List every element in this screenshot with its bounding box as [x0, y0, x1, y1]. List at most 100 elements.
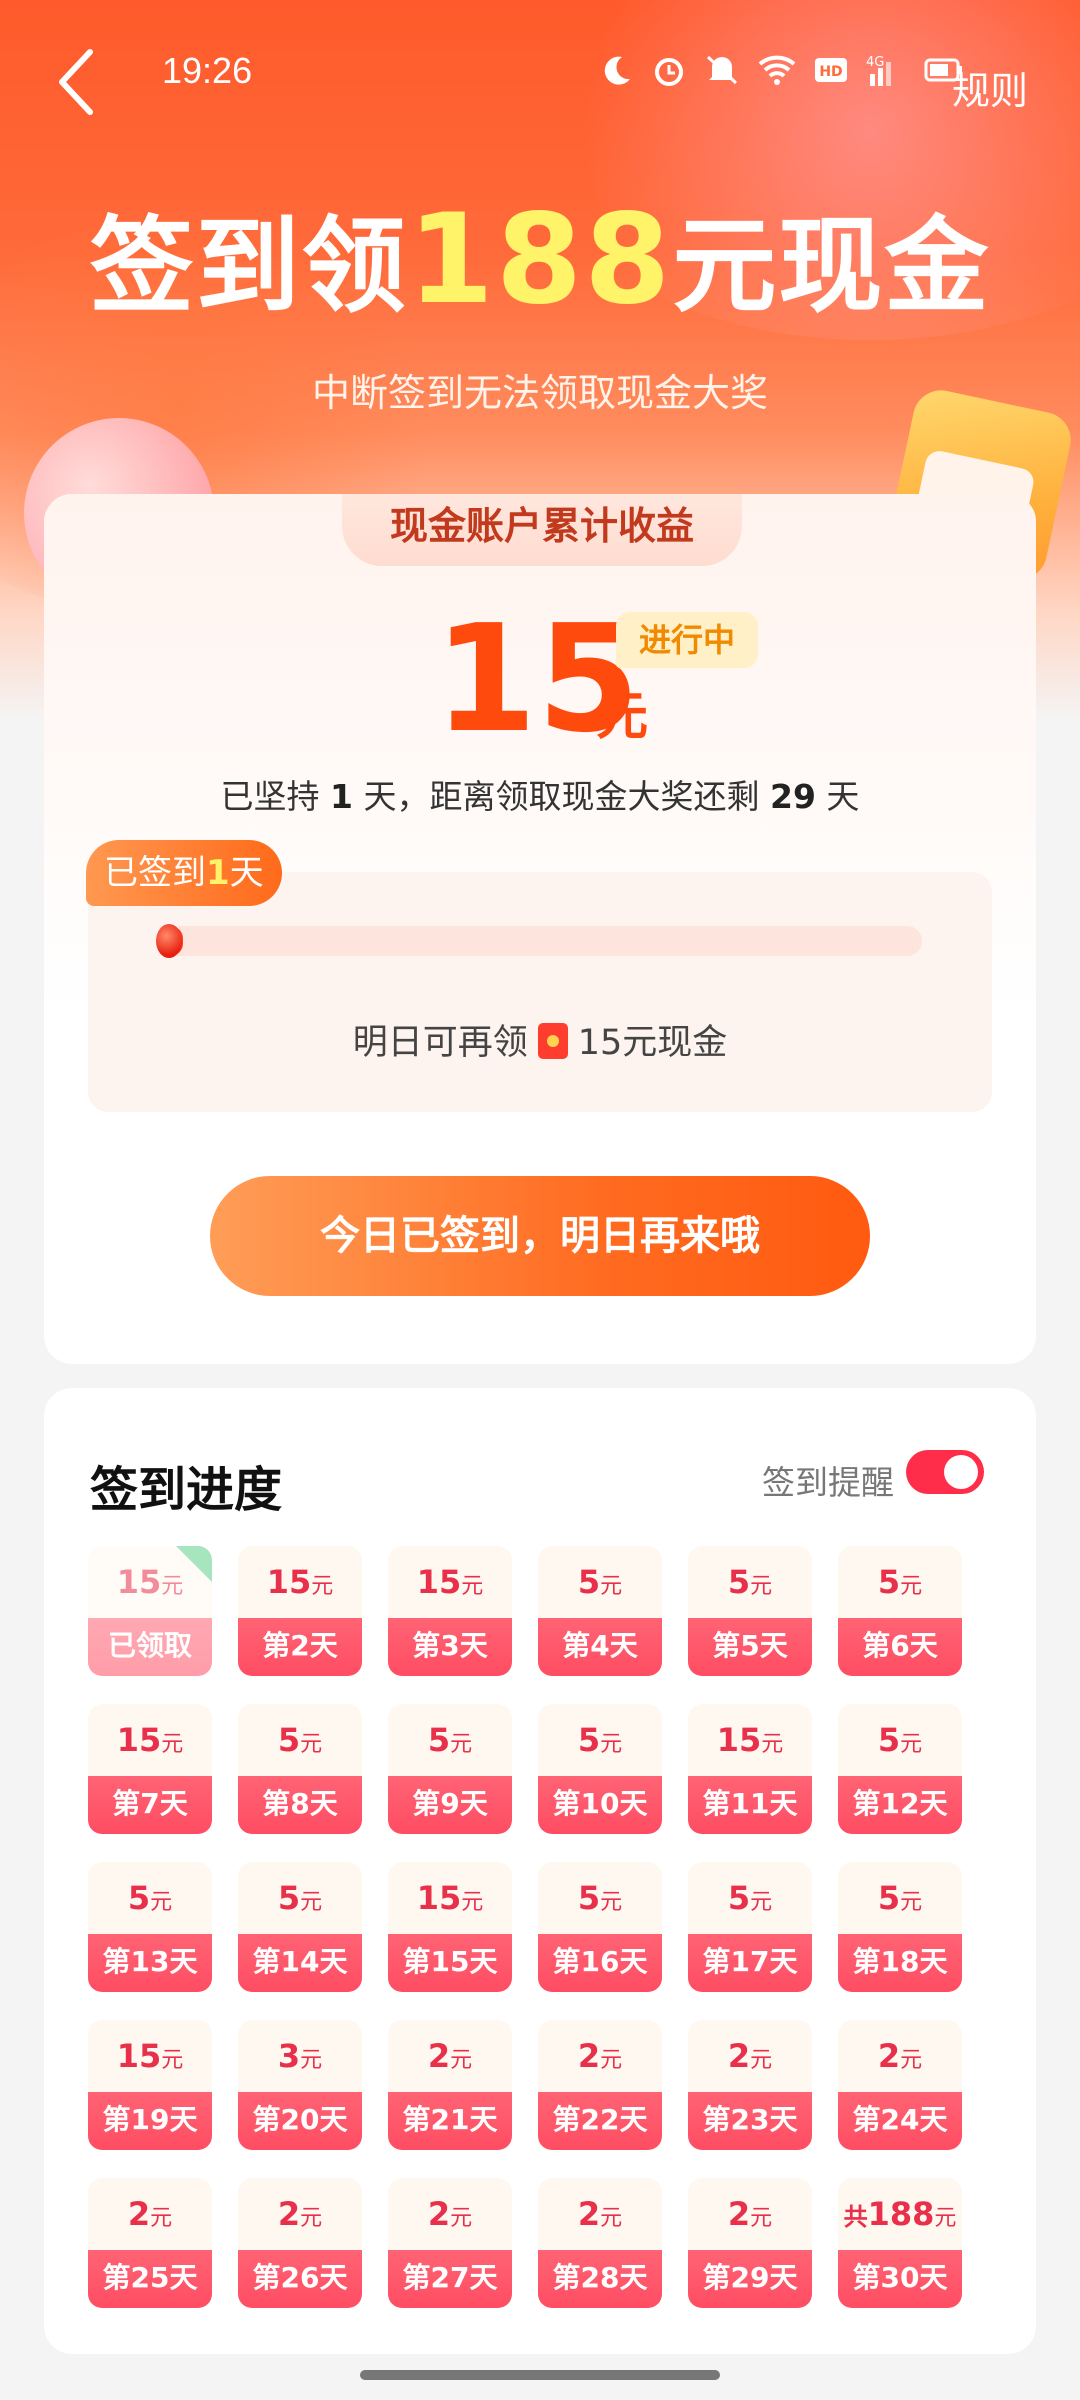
- day-label-text: 第9天: [412, 1787, 488, 1820]
- day-reward-value: 2: [727, 2195, 751, 2233]
- day-reward-cell[interactable]: 第22天 2元: [538, 2020, 662, 2150]
- day-label-text: 第7天: [112, 1787, 188, 1820]
- day-label-text: 第3天: [412, 1629, 488, 1662]
- red-envelope-icon: [537, 1023, 568, 1059]
- day-label-text: 第29天: [702, 2261, 798, 2294]
- day-reward-unit: 元: [600, 2206, 623, 2231]
- day-reward-cell[interactable]: 第2天 15元: [238, 1546, 362, 1676]
- day-reward-cell[interactable]: 第6天 5元: [838, 1546, 962, 1676]
- svg-text:HD: HD: [819, 64, 842, 80]
- day-reward-cell[interactable]: 第21天 2元: [388, 2020, 512, 2150]
- day-reward-cell[interactable]: 第24天 2元: [838, 2020, 962, 2150]
- day-reward-cell[interactable]: 第16天 5元: [538, 1862, 662, 1992]
- day-reward-amount: 15元: [88, 1704, 212, 1776]
- day-reward-cell[interactable]: 第30天 共188元: [838, 2178, 962, 2308]
- day-reward-value: 2: [577, 2037, 601, 2075]
- day-reward-amount: 15元: [388, 1862, 512, 1934]
- day-reward-cell[interactable]: 第13天 5元: [88, 1862, 212, 1992]
- day-label-text: 第11天: [702, 1787, 798, 1820]
- day-reward-cell[interactable]: 已领取 15元: [88, 1546, 212, 1676]
- home-indicator[interactable]: [360, 2370, 720, 2380]
- day-reward-unit: 元: [300, 2048, 323, 2073]
- wifi-icon: [758, 55, 796, 85]
- day-label-text: 第28天: [552, 2261, 648, 2294]
- day-reward-value: 15: [116, 1721, 162, 1759]
- day-reward-cell[interactable]: 第15天 15元: [388, 1862, 512, 1992]
- svg-text:4G: 4G: [866, 55, 884, 70]
- progress-track: [158, 926, 922, 956]
- day-reward-value: 15: [416, 1563, 462, 1601]
- day-reward-amount: 5元: [388, 1704, 512, 1776]
- day-reward-cell[interactable]: 第7天 15元: [88, 1704, 212, 1834]
- day-reward-value: 5: [877, 1563, 901, 1601]
- day-label-text: 第26天: [252, 2261, 348, 2294]
- day-reward-cell[interactable]: 第28天 2元: [538, 2178, 662, 2308]
- day-reward-cell[interactable]: 第8天 5元: [238, 1704, 362, 1834]
- day-reward-cell[interactable]: 第19天 15元: [88, 2020, 212, 2150]
- day-reward-value: 5: [727, 1563, 751, 1601]
- day-label-text: 第14天: [252, 1945, 348, 1978]
- persist-text: 已坚持 1 天，距离领取现金大奖还剩 29 天: [44, 770, 1036, 818]
- day-label-text: 第4天: [562, 1629, 638, 1662]
- status-badge: 进行中: [616, 612, 758, 668]
- day-reward-cell[interactable]: 第23天 2元: [688, 2020, 812, 2150]
- progress-marker: [156, 924, 182, 958]
- day-reward-value: 5: [577, 1879, 601, 1917]
- day-reward-value: 5: [577, 1563, 601, 1601]
- day-reward-unit: 元: [600, 1574, 623, 1599]
- day-reward-unit: 元: [450, 2206, 473, 2231]
- remaining-days: 29: [770, 777, 816, 816]
- mute-icon: [706, 55, 738, 85]
- day-label-text: 已领取: [107, 1629, 192, 1662]
- day-reward-unit: 元: [600, 2048, 623, 2073]
- day-reward-cell[interactable]: 第26天 2元: [238, 2178, 362, 2308]
- checkin-done-button[interactable]: 今日已签到，明日再来哦: [210, 1176, 870, 1296]
- day-reward-cell[interactable]: 第11天 15元: [688, 1704, 812, 1834]
- day-reward-unit: 元: [900, 1732, 923, 1757]
- day-reward-cell[interactable]: 第29天 2元: [688, 2178, 812, 2308]
- day-reward-unit: 元: [934, 2206, 957, 2231]
- day-label-text: 第22天: [552, 2103, 648, 2136]
- day-reward-value: 15: [116, 1563, 162, 1601]
- day-reward-value: 15: [416, 1879, 462, 1917]
- day-reward-cell[interactable]: 第20天 3元: [238, 2020, 362, 2150]
- day-reward-value: 2: [277, 2195, 301, 2233]
- day-reward-cell[interactable]: 第17天 5元: [688, 1862, 812, 1992]
- day-reward-unit: 元: [750, 2206, 773, 2231]
- day-reward-cell[interactable]: 第9天 5元: [388, 1704, 512, 1834]
- day-reward-unit: 元: [300, 1732, 323, 1757]
- day-label-text: 第6天: [862, 1629, 938, 1662]
- day-label-text: 第16天: [552, 1945, 648, 1978]
- day-reward-cell[interactable]: 第18天 5元: [838, 1862, 962, 1992]
- day-reward-unit: 元: [750, 1574, 773, 1599]
- day-reward-unit: 元: [461, 1890, 484, 1915]
- day-label-text: 第27天: [402, 2261, 498, 2294]
- day-reward-cell[interactable]: 第27天 2元: [388, 2178, 512, 2308]
- rules-button[interactable]: 规则: [952, 60, 1028, 115]
- day-reward-cell[interactable]: 第3天 15元: [388, 1546, 512, 1676]
- day-reward-cell[interactable]: 第4天 5元: [538, 1546, 662, 1676]
- reminder-label: 签到提醒: [762, 1463, 894, 1502]
- day-reward-cell[interactable]: 第5天 5元: [688, 1546, 812, 1676]
- day-reward-unit: 元: [161, 2048, 184, 2073]
- day-label-text: 第10天: [552, 1787, 648, 1820]
- day-reward-cell[interactable]: 第14天 5元: [238, 1862, 362, 1992]
- day-reward-amount: 2元: [688, 2178, 812, 2250]
- day-label-text: 第15天: [402, 1945, 498, 1978]
- tomorrow-prefix: 明日可再领: [352, 1023, 528, 1063]
- back-button[interactable]: [48, 42, 108, 122]
- day-reward-amount: 5元: [238, 1862, 362, 1934]
- day-reward-unit: 元: [311, 1574, 334, 1599]
- day-reward-unit: 元: [750, 1890, 773, 1915]
- day-reward-amount: 5元: [838, 1546, 962, 1618]
- day-reward-unit: 元: [900, 1574, 923, 1599]
- reminder-toggle[interactable]: [906, 1450, 984, 1494]
- day-reward-cell[interactable]: 第25天 2元: [88, 2178, 212, 2308]
- day-reward-amount: 2元: [838, 2020, 962, 2092]
- day-reward-cell[interactable]: 第12天 5元: [838, 1704, 962, 1834]
- day-reward-value: 2: [727, 2037, 751, 2075]
- hero-title: 签到领188元现金: [0, 198, 1080, 327]
- day-label-text: 第5天: [712, 1629, 788, 1662]
- day-reward-cell[interactable]: 第10天 5元: [538, 1704, 662, 1834]
- hero-title-prefix: 签到领: [89, 205, 408, 327]
